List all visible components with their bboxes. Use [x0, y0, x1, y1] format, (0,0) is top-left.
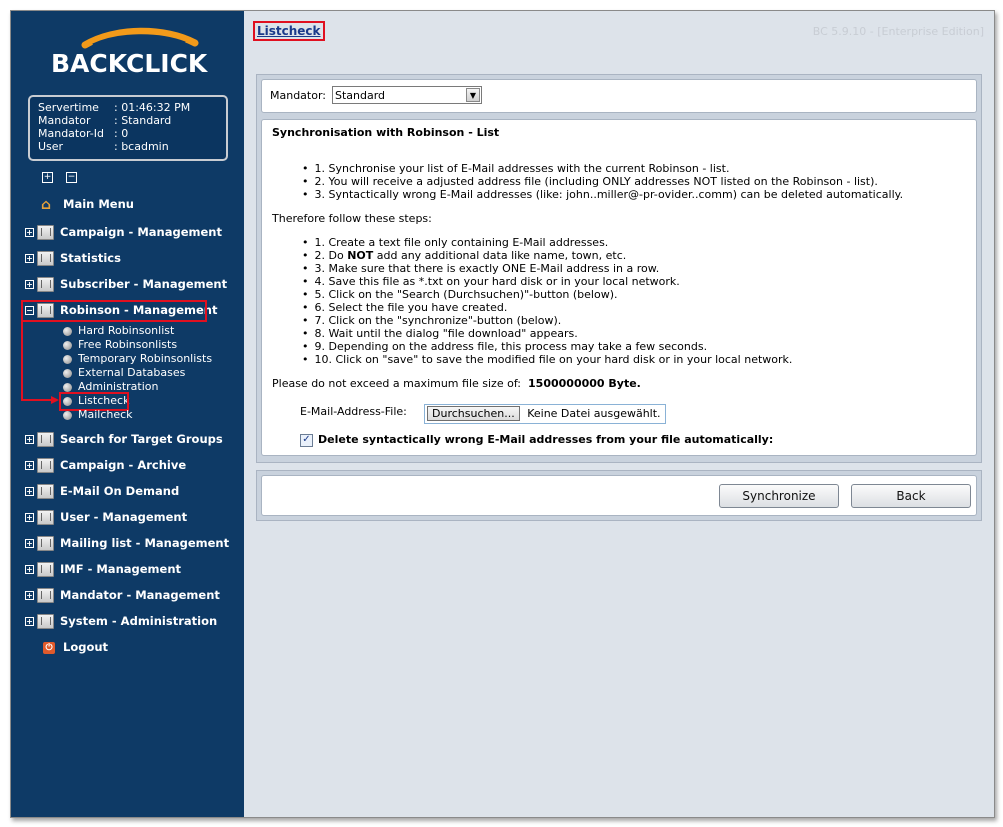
- folder-icon: [37, 484, 54, 499]
- synchronize-button[interactable]: Synchronize: [719, 484, 839, 508]
- nav-campaign-archive[interactable]: + Campaign - Archive: [25, 456, 186, 474]
- actions-box: Synchronize Back: [261, 475, 977, 516]
- sync-box: Synchronisation with Robinson - List 1. …: [261, 119, 977, 456]
- list-item: 1. Synchronise your list of E-Mail addre…: [302, 162, 903, 175]
- list-item: 2. Do NOT add any additional data like n…: [302, 249, 792, 262]
- nav-user-management[interactable]: + User - Management: [25, 508, 187, 526]
- expand-icon[interactable]: +: [25, 539, 34, 548]
- nav-mandator-management-label: Mandator - Management: [60, 588, 220, 602]
- list-item: 5. Click on the "Search (Durchsuchen)"-b…: [302, 288, 792, 301]
- list-item: 2. You will receive a adjusted address f…: [302, 175, 903, 188]
- mandator-select-value: Standard: [335, 89, 386, 102]
- file-input[interactable]: Durchsuchen... Keine Datei ausgewählt.: [424, 404, 666, 424]
- nav-logout-label: Logout: [63, 640, 109, 654]
- folder-icon: [37, 510, 54, 525]
- delete-wrong-label: Delete syntactically wrong E-Mail addres…: [318, 433, 774, 446]
- list-item: 1. Create a text file only containing E-…: [302, 236, 792, 249]
- nav-logout[interactable]: ⏻ Logout: [41, 638, 108, 656]
- listcheck-panel: Mandator: Standard ▼ Synchronisation wit…: [256, 74, 982, 463]
- list-item: 3. Syntactically wrong E-Mail addresses …: [302, 188, 904, 201]
- step-2-post: add any additional data like name, town,…: [373, 249, 627, 262]
- delete-wrong-checkbox[interactable]: ✓: [300, 434, 313, 447]
- sidebar: BACKCLICK Servertime: 01:46:32 PM Mandat…: [11, 11, 244, 817]
- max-size-value: 1500000000 Byte.: [528, 377, 641, 390]
- expand-icon[interactable]: +: [25, 435, 34, 444]
- mandator-select[interactable]: Standard ▼: [332, 86, 482, 104]
- version-label: BC 5.9.10 - [Enterprise Edition]: [812, 25, 984, 38]
- nav-search-target-groups-label: Search for Target Groups: [60, 432, 223, 446]
- folder-icon: [37, 588, 54, 603]
- nav-email-on-demand-label: E-Mail On Demand: [60, 484, 180, 498]
- nav-mailing-list-management[interactable]: + Mailing list - Management: [25, 534, 229, 552]
- nav-search-target-groups[interactable]: + Search for Target Groups: [25, 430, 223, 448]
- max-size-row: Please do not exceed a maximum file size…: [272, 377, 641, 390]
- steps-list: 1. Create a text file only containing E-…: [302, 236, 793, 366]
- list-item: 9. Depending on the address file, this p…: [302, 340, 792, 353]
- folder-icon: [37, 562, 54, 577]
- chevron-down-icon[interactable]: ▼: [466, 88, 480, 102]
- mandator-box: Mandator: Standard ▼: [261, 79, 977, 113]
- actions-panel: Synchronize Back: [256, 470, 982, 521]
- nav-email-on-demand[interactable]: + E-Mail On Demand: [25, 482, 179, 500]
- list-item: 4. Save this file as *.txt on your hard …: [302, 275, 792, 288]
- annotation-arrow: [21, 317, 59, 404]
- nav-system-administration[interactable]: + System - Administration: [25, 612, 217, 630]
- expand-icon[interactable]: +: [25, 617, 34, 626]
- nav-system-administration-label: System - Administration: [60, 614, 218, 628]
- mandator-field-label: Mandator:: [270, 89, 327, 102]
- max-size-label: Please do not exceed a maximum file size…: [272, 377, 522, 390]
- expand-icon[interactable]: +: [25, 591, 34, 600]
- expand-icon[interactable]: +: [25, 513, 34, 522]
- expand-icon[interactable]: +: [25, 565, 34, 574]
- list-item: 8. Wait until the dialog "file download"…: [302, 327, 792, 340]
- step-2-bold: NOT: [347, 249, 374, 262]
- nav-imf-management-label: IMF - Management: [60, 562, 182, 576]
- intro-list: 1. Synchronise your list of E-Mail addre…: [302, 162, 904, 201]
- step-2-pre: 2. Do: [314, 249, 348, 262]
- nav-imf-management[interactable]: + IMF - Management: [25, 560, 181, 578]
- list-item: 7. Click on the "synchronize"-button (be…: [302, 314, 792, 327]
- back-button[interactable]: Back: [851, 484, 971, 508]
- page-title: Listcheck: [253, 21, 325, 41]
- nav-mailing-list-management-label: Mailing list - Management: [60, 536, 230, 550]
- expand-icon[interactable]: +: [25, 487, 34, 496]
- main-content: Listcheck BC 5.9.10 - [Enterprise Editio…: [244, 11, 994, 817]
- folder-icon: [37, 432, 54, 447]
- sync-title: Synchronisation with Robinson - List: [272, 126, 500, 139]
- nav-user-management-label: User - Management: [60, 510, 188, 524]
- app-window: BACKCLICK Servertime: 01:46:32 PM Mandat…: [10, 10, 995, 818]
- folder-icon: [37, 614, 54, 629]
- file-status: Keine Datei ausgewählt.: [527, 407, 661, 420]
- folder-icon: [37, 458, 54, 473]
- folder-icon: [37, 536, 54, 551]
- expand-icon[interactable]: +: [25, 461, 34, 470]
- nav-mandator-management[interactable]: + Mandator - Management: [25, 586, 220, 604]
- list-item: 10. Click on "save" to save the modified…: [302, 353, 793, 366]
- browse-button[interactable]: Durchsuchen...: [427, 406, 520, 421]
- steps-heading: Therefore follow these steps:: [272, 212, 432, 225]
- power-icon: ⏻: [43, 641, 55, 654]
- file-label: E-Mail-Address-File:: [300, 405, 407, 418]
- list-item: 6. Select the file you have created.: [302, 301, 792, 314]
- nav-campaign-archive-label: Campaign - Archive: [60, 458, 187, 472]
- list-item: 3. Make sure that there is exactly ONE E…: [302, 262, 792, 275]
